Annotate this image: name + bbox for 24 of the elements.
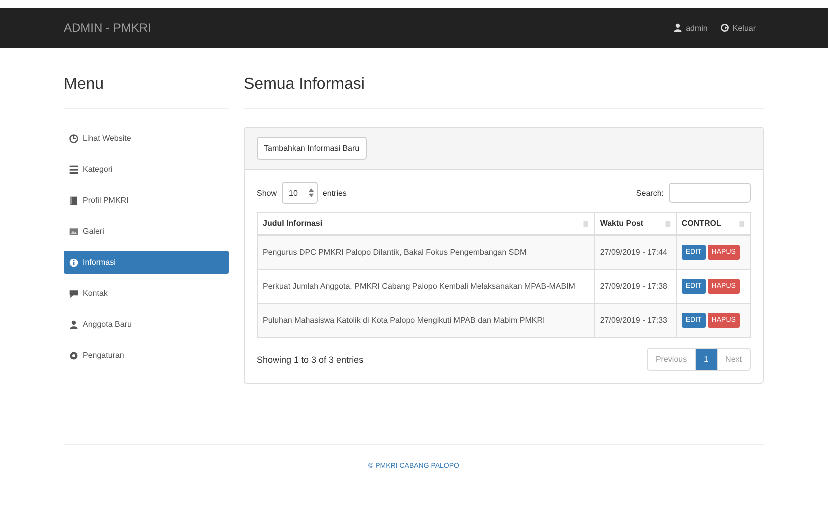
show-label: Show	[257, 188, 278, 198]
sidebar-item[interactable]: Kontak	[64, 282, 229, 305]
entries-label: entries	[322, 188, 347, 198]
sidebar-item[interactable]: Anggota Baru	[64, 313, 229, 336]
page-button[interactable]: 1	[695, 349, 718, 370]
sidebar-item[interactable]: Informasi	[64, 251, 229, 274]
table-cell: 27/09/2019 - 17:33	[594, 304, 676, 338]
table-cell: Pengurus DPC PMKRI Palopo Dilantik, Bakal Fokus Pengembangan SDM	[258, 235, 595, 270]
search-label: Search:	[636, 188, 664, 198]
table-cell: Puluhan Mahasiswa Katolik di Kota Palopo Mengikuti MPAB dan Mabim PMKRI	[258, 304, 595, 338]
user-link[interactable]: admin	[673, 23, 708, 33]
entries-select[interactable]: 10	[282, 182, 318, 204]
menu-heading: Menu	[64, 76, 106, 95]
brand-title[interactable]: ADMIN - PMKRI	[64, 21, 152, 35]
sidebar-item[interactable]: Kategori	[64, 158, 229, 181]
logout-link[interactable]: Keluar	[720, 23, 756, 33]
sidebar-item[interactable]: Pengaturan	[64, 344, 229, 367]
sidebar-item[interactable]: Galeri	[64, 220, 229, 243]
page-title: Semua Informasi	[244, 76, 366, 95]
sidebar-item[interactable]: Profil PMKRI	[64, 189, 229, 212]
table-cell: 27/09/2019 - 17:44	[594, 235, 676, 270]
table-info: Showing 1 to 3 of 3 entries	[257, 354, 364, 364]
sidebar-item[interactable]: Lihat Website	[64, 127, 229, 150]
add-button[interactable]: Tambahkan Informasi Baru	[257, 137, 367, 160]
